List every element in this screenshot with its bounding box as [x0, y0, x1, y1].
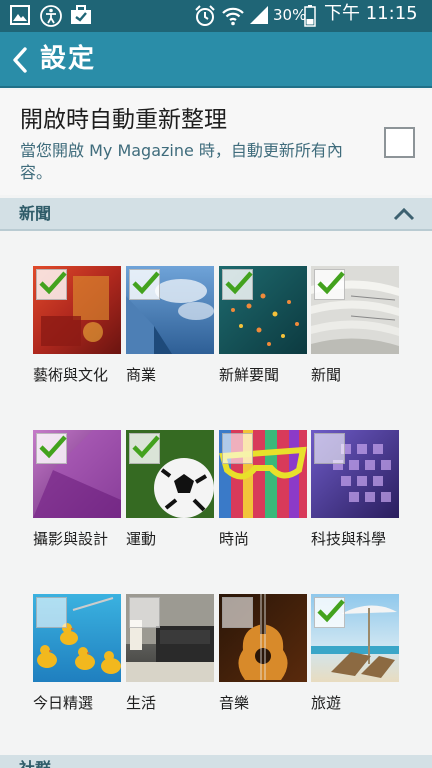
news-section-header[interactable]: 新聞 [0, 198, 432, 231]
topic-label: 科技與科學 [311, 530, 387, 548]
social-section-header[interactable]: 社群 [0, 755, 432, 768]
lifestyle-checkbox[interactable] [129, 597, 160, 628]
gallery-icon [10, 5, 30, 25]
topic-label: 旅遊 [311, 694, 342, 712]
checkmark-icon [317, 599, 345, 623]
auto-refresh-title: 開啟時自動重新整理 [20, 107, 227, 133]
action-bar: 設定 [0, 32, 432, 88]
fashion-checkbox[interactable] [222, 433, 253, 464]
briefcase-check-icon [71, 5, 91, 24]
wifi-icon [222, 7, 244, 26]
business-checkbox[interactable] [129, 269, 160, 300]
auto-refresh-setting[interactable]: 開啟時自動重新整理 當您開啟 My Magazine 時，自動更新所有內容。 [0, 90, 432, 195]
checkmark-icon [132, 435, 160, 459]
page-title: 設定 [40, 44, 97, 74]
news-checkbox[interactable] [314, 269, 345, 300]
news-section-label: 新聞 [19, 204, 52, 223]
back-arrow-icon[interactable] [10, 46, 30, 74]
auto-refresh-checkbox[interactable] [384, 127, 415, 158]
checkmark-icon [317, 271, 345, 295]
status-bar: 30% 下午 11:15 [0, 0, 432, 32]
checkmark-icon [39, 271, 67, 295]
sports-checkbox[interactable] [129, 433, 160, 464]
alarm-icon [195, 5, 215, 26]
travel-checkbox[interactable] [314, 597, 345, 628]
breaking-news-checkbox[interactable] [222, 269, 253, 300]
auto-refresh-description: 當您開啟 My Magazine 時，自動更新所有內容。 [20, 141, 343, 182]
battery-percent: 30% [273, 6, 307, 24]
battery-icon [304, 5, 316, 27]
checkmark-icon [225, 271, 253, 295]
chevron-up-icon[interactable] [393, 207, 415, 221]
photo-design-checkbox[interactable] [36, 433, 67, 464]
accessibility-icon [40, 5, 62, 27]
signal-icon [250, 6, 268, 24]
today-picks-checkbox[interactable] [36, 597, 67, 628]
music-checkbox[interactable] [222, 597, 253, 628]
checkmark-icon [39, 435, 67, 459]
topic-label: 新聞 [311, 366, 342, 384]
arts-culture-checkbox[interactable] [36, 269, 67, 300]
checkmark-icon [132, 271, 160, 295]
status-time: 下午 11:15 [324, 3, 418, 24]
social-section-label: 社群 [19, 759, 51, 768]
tech-science-checkbox[interactable] [314, 433, 345, 464]
